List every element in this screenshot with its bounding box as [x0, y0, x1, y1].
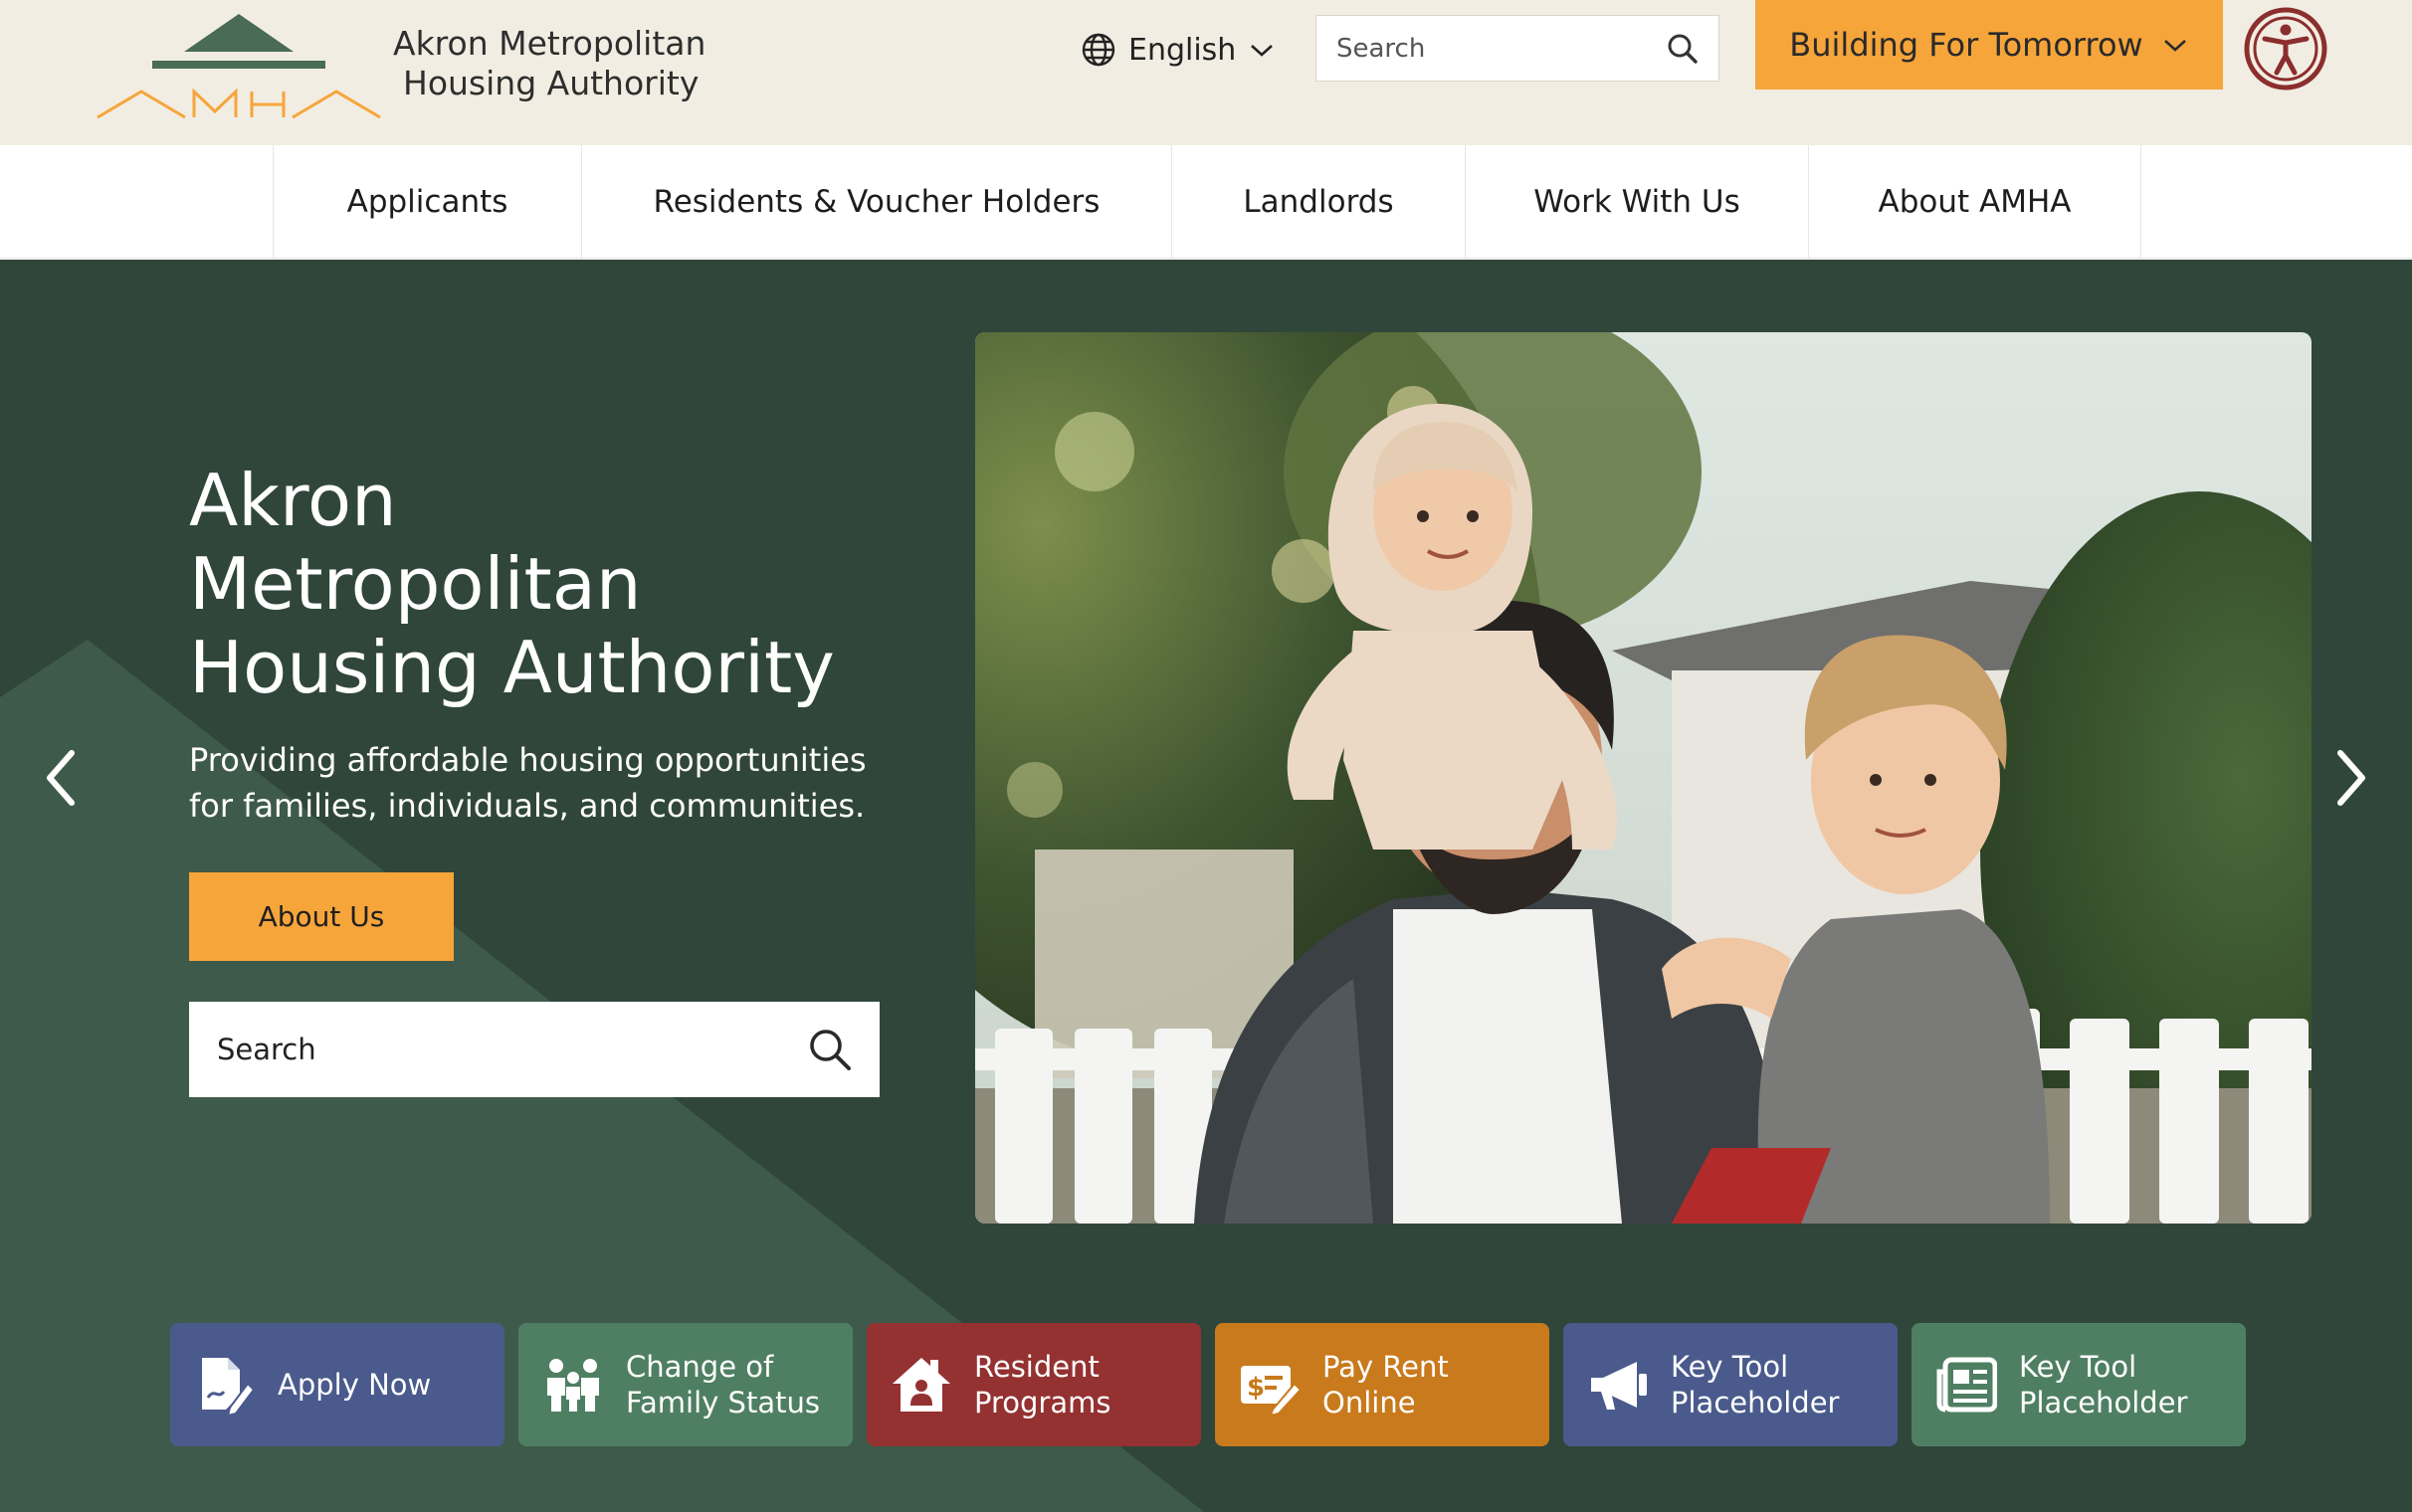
about-us-button[interactable]: About Us [189, 872, 454, 961]
house-people-icon [891, 1354, 952, 1416]
language-label: English [1128, 32, 1237, 68]
search-icon[interactable] [808, 1028, 852, 1071]
carousel-prev-arrow-icon[interactable] [38, 743, 88, 813]
svg-text:$: $ [1247, 1373, 1265, 1403]
hero-search-input[interactable] [217, 1033, 808, 1066]
nav-item-work-with-us[interactable]: Work With Us [1466, 145, 1809, 259]
hero-subtitle: Providing affordable housing opportuniti… [189, 741, 867, 825]
tile-change-of-family-status[interactable]: Change of Family Status [518, 1323, 853, 1446]
tile-label: Key Tool Placeholder [1671, 1350, 1840, 1419]
hero-title-line3: Housing Authority [189, 626, 835, 709]
org-name-line1: Akron Metropolitan [393, 24, 706, 63]
hero-title-line2: Metropolitan [189, 542, 642, 626]
family-icon [542, 1354, 604, 1416]
search-icon[interactable] [1667, 33, 1699, 65]
tile-resident-programs[interactable]: Resident Programs [867, 1323, 1201, 1446]
main-nav-list: Applicants Residents & Voucher Holders L… [273, 145, 2141, 259]
globe-icon [1082, 33, 1115, 67]
apply-document-icon [194, 1354, 256, 1416]
quick-links: Apply Now Change of Family Status Reside… [170, 1323, 2246, 1446]
nav-item-applicants[interactable]: Applicants [274, 145, 582, 259]
tile-pay-rent-online[interactable]: $ Pay Rent Online [1215, 1323, 1549, 1446]
tile-label: Pay Rent Online [1322, 1350, 1449, 1419]
hero-photo [975, 332, 2312, 1224]
nav-item-about-amha[interactable]: About AMHA [1809, 145, 2141, 259]
megaphone-icon [1587, 1354, 1649, 1416]
main-nav: Applicants Residents & Voucher Holders L… [0, 145, 2412, 259]
hero-title-line1: Akron [189, 459, 397, 542]
accessibility-icon[interactable] [2243, 6, 2328, 92]
org-name: Akron Metropolitan Housing Authority [393, 24, 705, 103]
tile-label: Change of Family Status [626, 1350, 820, 1419]
newspaper-icon [1935, 1354, 1997, 1416]
carousel-next-arrow-icon[interactable] [2324, 743, 2374, 813]
header-search [1315, 15, 1719, 82]
chevron-down-icon [1251, 45, 1274, 57]
tile-apply-now[interactable]: Apply Now [170, 1323, 504, 1446]
tile-key-tool-placeholder-1[interactable]: Key Tool Placeholder [1563, 1323, 1898, 1446]
amha-logo[interactable] [95, 12, 383, 123]
header-search-input[interactable] [1336, 33, 1667, 64]
tile-label: Key Tool Placeholder [2019, 1350, 2188, 1419]
hero-search [189, 1002, 880, 1097]
tile-key-tool-placeholder-2[interactable]: Key Tool Placeholder [1911, 1323, 2246, 1446]
hero-carousel: Akron Metropolitan Housing Authority Pro… [0, 260, 2412, 1512]
pay-rent-icon: $ [1239, 1354, 1301, 1416]
tile-label: Apply Now [278, 1368, 432, 1402]
building-for-tomorrow-button[interactable]: Building For Tomorrow [1755, 0, 2223, 90]
org-name-line2: Housing Authority [403, 64, 700, 102]
tile-label: Resident Programs [974, 1350, 1111, 1419]
language-selector[interactable]: English [1081, 26, 1276, 74]
hero-title: Akron Metropolitan Housing Authority [189, 459, 945, 709]
top-bar: Akron Metropolitan Housing Authority Eng… [0, 0, 2412, 145]
building-for-tomorrow-label: Building For Tomorrow [1789, 26, 2143, 64]
chevron-down-icon [2163, 40, 2186, 52]
nav-item-residents-voucher-holders[interactable]: Residents & Voucher Holders [582, 145, 1172, 259]
nav-item-landlords[interactable]: Landlords [1172, 145, 1466, 259]
